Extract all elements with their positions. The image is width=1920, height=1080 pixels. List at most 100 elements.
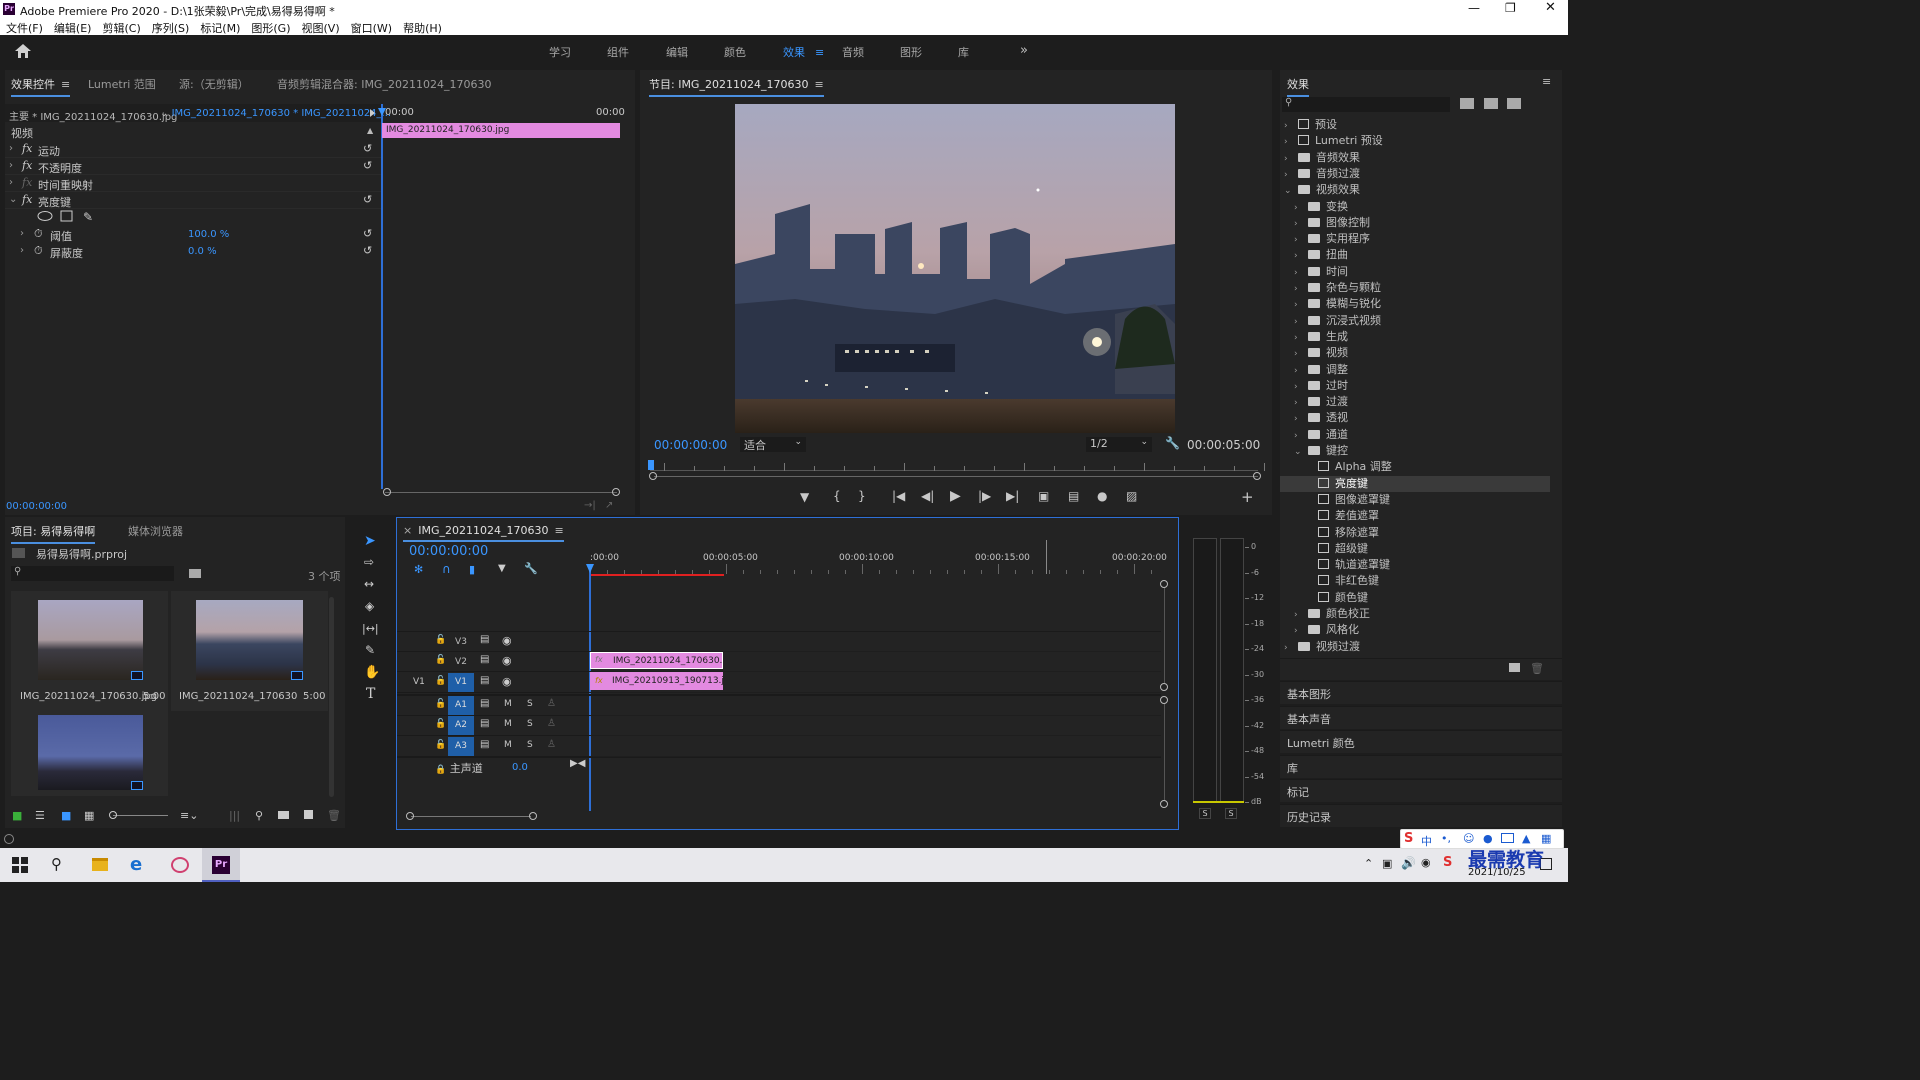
param-value[interactable]: 100.0 % bbox=[188, 229, 229, 240]
add-marker-icon[interactable]: ▼ bbox=[800, 490, 809, 504]
chevron-right-icon[interactable]: › bbox=[1294, 216, 1302, 232]
master-volume[interactable]: 0.0 bbox=[512, 762, 528, 773]
extract-icon[interactable]: ▤ bbox=[1068, 489, 1079, 503]
effects-tree-item[interactable]: › 扭曲 bbox=[1280, 247, 1550, 263]
stopwatch-icon[interactable]: ⏱ bbox=[34, 244, 43, 258]
timeline-settings-wrench-icon[interactable]: 🔧 bbox=[524, 562, 538, 575]
effects-tree-item[interactable]: 差值遮罩 bbox=[1280, 508, 1550, 524]
chevron-right-icon[interactable]: › bbox=[1294, 232, 1302, 248]
effects-tree-item[interactable]: 颜色键 bbox=[1280, 590, 1550, 606]
workspace-tab-4[interactable]: 效果 ≡ bbox=[783, 44, 824, 60]
pen-tool-icon[interactable]: ✎ bbox=[365, 643, 375, 657]
chevron-right-icon[interactable]: › bbox=[1284, 167, 1292, 183]
chevron-right-icon[interactable]: › bbox=[1284, 151, 1292, 167]
chevron-right-icon[interactable]: › bbox=[1294, 314, 1302, 330]
clear-icon[interactable]: 🗑 bbox=[327, 809, 341, 822]
track-lane-V3[interactable] bbox=[589, 632, 1161, 652]
effects-tree-item[interactable]: ⌄ 键控 bbox=[1280, 443, 1550, 459]
mute-button[interactable]: M bbox=[504, 740, 512, 750]
effects-tree-item[interactable]: ⌄ 视频效果 bbox=[1280, 182, 1550, 198]
effects-tree-item[interactable]: › 时间 bbox=[1280, 264, 1550, 280]
workspace-tab-3[interactable]: 颜色 bbox=[724, 44, 746, 60]
project-item-1[interactable]: IMG_20211024_170630.jpg 5:00 bbox=[11, 591, 168, 711]
clip-v1[interactable]: IMG_20210913_190713.jpg bbox=[590, 672, 723, 690]
sync-lock-icon[interactable]: ▤ bbox=[480, 654, 489, 665]
automate-icon[interactable]: ||| bbox=[229, 809, 240, 822]
ime-voice-icon[interactable]: ● bbox=[1483, 832, 1493, 845]
export-frame-icon[interactable]: →| bbox=[584, 500, 596, 511]
type-tool-icon[interactable]: T bbox=[366, 686, 375, 702]
menu-item-0[interactable]: 文件(F) bbox=[6, 22, 43, 35]
effects-tree-item[interactable]: 非红色键 bbox=[1280, 573, 1550, 589]
expand-chevron-icon[interactable]: › bbox=[9, 160, 13, 171]
thumb-zoom-handle[interactable] bbox=[109, 811, 117, 819]
ellipse-mask-icon[interactable] bbox=[37, 211, 53, 221]
new-search-bin-icon[interactable] bbox=[189, 569, 201, 578]
file-explorer-icon[interactable] bbox=[92, 858, 108, 871]
effects-tree-item[interactable]: › 杂色与颗粒 bbox=[1280, 280, 1550, 296]
chevron-right-icon[interactable]: › bbox=[1294, 346, 1302, 362]
chevron-right-icon[interactable]: › bbox=[1294, 623, 1302, 639]
freeform-view-icon[interactable]: ▦ bbox=[84, 809, 94, 822]
resolution-dropdown[interactable]: 1/2 ⌄ bbox=[1086, 437, 1152, 452]
start-icon[interactable] bbox=[12, 857, 28, 873]
fx-row-3[interactable]: ⌄ fx 亮度键 ↺ bbox=[5, 193, 381, 209]
effects-tree-item[interactable]: › 生成 bbox=[1280, 329, 1550, 345]
timeline-timecode[interactable]: 00:00:00:00 bbox=[409, 544, 488, 559]
ime-tools-icon[interactable]: ▦ bbox=[1541, 832, 1551, 845]
app-icon[interactable] bbox=[171, 857, 189, 873]
track-target-V3[interactable]: V3 bbox=[448, 635, 474, 649]
effects-tree-item[interactable]: › 调整 bbox=[1280, 362, 1550, 378]
ec-timecode[interactable]: 00:00:00:00 bbox=[6, 501, 67, 512]
tray-chevron-icon[interactable]: ⌃ bbox=[1364, 857, 1373, 870]
home-icon[interactable] bbox=[14, 43, 32, 59]
thumb-zoom-slider[interactable] bbox=[113, 815, 168, 816]
effects-tree-item[interactable]: › 过时 bbox=[1280, 378, 1550, 394]
solo-button[interactable]: S bbox=[527, 719, 533, 729]
fx-badge-icon[interactable]: fx bbox=[22, 176, 32, 189]
effects-tree-item[interactable]: › 通道 bbox=[1280, 427, 1550, 443]
chevron-right-icon[interactable]: › bbox=[1284, 118, 1292, 134]
fx-badge-icon[interactable]: fx bbox=[22, 142, 32, 155]
menu-item-8[interactable]: 帮助(H) bbox=[403, 22, 442, 35]
chevron-right-icon[interactable]: › bbox=[1294, 200, 1302, 216]
ec-scroll-handle-right[interactable] bbox=[612, 488, 620, 496]
chevron-right-icon[interactable]: › bbox=[1294, 281, 1302, 297]
expand-chevron-icon[interactable]: › bbox=[9, 177, 13, 188]
eye-icon[interactable]: ◉ bbox=[502, 654, 512, 667]
export-frame-camera-icon[interactable]: ● bbox=[1097, 489, 1107, 503]
effects-tree-item[interactable]: › 透视 bbox=[1280, 410, 1550, 426]
razor-tool-icon[interactable]: ◈ bbox=[365, 599, 374, 613]
side-panel-0[interactable]: 基本图形 bbox=[1280, 681, 1562, 704]
track-target-A2[interactable]: A2 bbox=[448, 716, 474, 735]
nest-toggle-icon[interactable]: ✻ bbox=[414, 563, 423, 576]
effects-tree-item[interactable]: › 音频效果 bbox=[1280, 150, 1550, 166]
h-zoom-track[interactable] bbox=[411, 816, 531, 817]
sync-lock-icon[interactable]: ▤ bbox=[480, 698, 489, 709]
chevron-right-icon[interactable]: › bbox=[1294, 395, 1302, 411]
new-bin-icon[interactable] bbox=[1509, 663, 1520, 672]
ec-playhead-icon[interactable] bbox=[378, 108, 386, 116]
mute-button[interactable]: M bbox=[504, 699, 512, 709]
fx-badge-icon[interactable]: fx bbox=[22, 193, 32, 206]
track-select-tool-icon[interactable]: ⇨ bbox=[364, 555, 374, 569]
accelerated-effects-icon[interactable] bbox=[1460, 98, 1474, 109]
effects-tree-item[interactable]: 超级键 bbox=[1280, 541, 1550, 557]
new-bin-icon[interactable] bbox=[278, 811, 289, 819]
expand-chevron-icon[interactable]: › bbox=[9, 143, 13, 154]
reset-icon[interactable]: ↺ bbox=[363, 227, 372, 240]
ripple-edit-tool-icon[interactable]: ↔ bbox=[364, 577, 374, 591]
ime-mode-icon[interactable]: 中 bbox=[1421, 833, 1432, 849]
effects-tree-item[interactable]: 轨道遮罩键 bbox=[1280, 557, 1550, 573]
close-button[interactable]: ✕ bbox=[1545, 0, 1556, 15]
menu-item-5[interactable]: 图形(G) bbox=[251, 22, 290, 35]
edge-icon[interactable]: e bbox=[130, 854, 142, 875]
tab-sequence[interactable]: × IMG_20211024_170630 ≡ bbox=[403, 524, 564, 542]
chevron-right-icon[interactable]: › bbox=[1294, 607, 1302, 623]
effects-tree-item[interactable]: › 过渡 bbox=[1280, 394, 1550, 410]
find-icon[interactable]: ⚲ bbox=[255, 809, 263, 822]
chevron-right-icon[interactable]: › bbox=[1294, 379, 1302, 395]
play-only-icon[interactable] bbox=[370, 109, 375, 117]
yuv-effects-icon[interactable] bbox=[1507, 98, 1521, 109]
timeline-playhead-icon[interactable] bbox=[586, 564, 594, 573]
